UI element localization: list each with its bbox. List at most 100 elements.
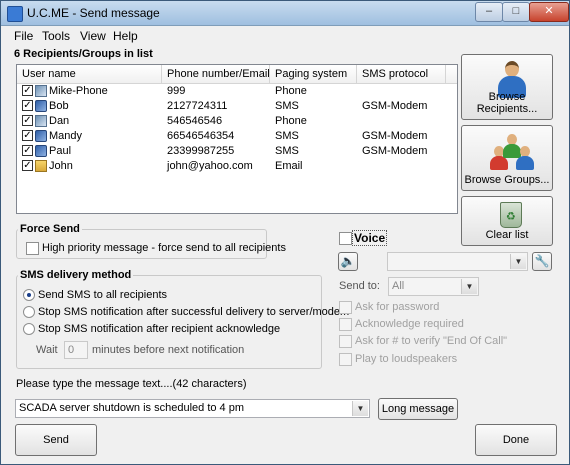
window-title: U.C.ME - Send message	[27, 6, 160, 20]
cell-number: 546546546	[167, 115, 223, 127]
chevron-down-icon: ▼	[461, 279, 477, 294]
list-item[interactable]: ✓ Bob 2127724311 SMS GSM-Modem	[17, 99, 457, 114]
ask-password-checkbox[interactable]	[339, 301, 352, 314]
row-checkbox[interactable]: ✓	[22, 85, 33, 96]
ask-verify-label: Ask for # to verify "End Of Call"	[355, 335, 508, 347]
voice-label: Voice	[352, 230, 388, 246]
row-checkbox[interactable]: ✓	[22, 160, 33, 171]
list-item[interactable]: ✓ John john@yahoo.com Email	[17, 159, 457, 174]
recycle-bin-icon: ♻	[500, 202, 522, 228]
radio-stop-after-delivery[interactable]	[23, 306, 35, 318]
send-to-select[interactable]: All ▼	[388, 277, 479, 296]
cell-number: 2127724311	[167, 100, 228, 112]
cell-system: Email	[275, 160, 303, 172]
voice-message-select[interactable]: ▼	[387, 252, 528, 271]
menu-bar: File Tools View Help	[1, 26, 569, 45]
menu-tools[interactable]: Tools	[42, 29, 70, 43]
cell-system: SMS	[275, 145, 299, 157]
browse-recipients-button[interactable]: Browse Recipients...	[461, 54, 553, 120]
list-item[interactable]: ✓ Dan 546546546 Phone	[17, 114, 457, 129]
group-icon	[490, 132, 534, 172]
cell-system: Phone	[275, 115, 307, 127]
row-checkbox[interactable]: ✓	[22, 145, 33, 156]
done-button[interactable]: Done	[475, 424, 557, 456]
sms-delivery-title: SMS delivery method	[18, 269, 134, 281]
list-item[interactable]: ✓ Paul 23399987255 SMS GSM-Modem	[17, 144, 457, 159]
column-user-name[interactable]: User name	[17, 65, 162, 83]
cell-name: Mandy	[49, 130, 83, 142]
send-button[interactable]: Send	[15, 424, 97, 456]
cell-name: Mike-Phone	[49, 85, 108, 97]
acknowledge-required-checkbox[interactable]	[339, 318, 352, 331]
column-sms-protocol[interactable]: SMS protocol	[357, 65, 446, 83]
voice-settings-button[interactable]: 🔧	[532, 252, 552, 271]
cell-system: Phone	[275, 85, 307, 97]
cell-name: Bob	[49, 100, 69, 112]
send-to-label: Send to:	[339, 280, 380, 292]
send-to-value: All	[392, 280, 405, 292]
list-header: User name Phone number/Email Paging syst…	[17, 65, 457, 84]
voice-checkbox[interactable]	[339, 232, 352, 245]
column-paging-system[interactable]: Paging system	[270, 65, 357, 83]
recipient-list[interactable]: User name Phone number/Email Paging syst…	[16, 64, 458, 214]
browse-groups-button[interactable]: Browse Groups...	[461, 125, 553, 191]
row-checkbox[interactable]: ✓	[22, 100, 33, 111]
speaker-button[interactable]: 🔈	[338, 252, 358, 271]
browse-groups-label: Browse Groups...	[464, 174, 550, 186]
radio-stop-after-acknowledge[interactable]	[23, 323, 35, 335]
wait-label: Wait	[36, 344, 58, 356]
close-button[interactable]: ✕	[529, 2, 569, 22]
cell-number: 999	[167, 85, 186, 97]
long-message-button[interactable]: Long message	[378, 398, 458, 420]
row-checkbox[interactable]: ✓	[22, 130, 33, 141]
cell-system: SMS	[275, 100, 299, 112]
column-phone-email[interactable]: Phone number/Email	[162, 65, 270, 83]
maximize-button[interactable]: □	[502, 2, 530, 22]
menu-view[interactable]: View	[80, 29, 106, 43]
chevron-down-icon: ▼	[510, 254, 526, 269]
radio-send-all-label: Send SMS to all recipients	[38, 289, 168, 301]
acknowledge-required-label: Acknowledge required	[355, 318, 464, 330]
title-bar: U.C.ME - Send message – □ ✕	[1, 1, 569, 26]
message-prompt: Please type the message text....(42 char…	[16, 378, 247, 390]
cell-number: 66546546354	[167, 130, 235, 142]
play-loudspeakers-checkbox[interactable]	[339, 353, 352, 366]
wait-minutes-input[interactable]: 0	[64, 341, 88, 359]
phone-icon	[35, 85, 47, 97]
list-item[interactable]: ✓ Mandy 66546546354 SMS GSM-Modem	[17, 129, 457, 144]
clear-list-button[interactable]: ♻ Clear list	[461, 196, 553, 246]
high-priority-checkbox[interactable]	[26, 242, 39, 255]
cell-number: john@yahoo.com	[167, 160, 253, 172]
clear-list-label: Clear list	[485, 229, 529, 241]
sms-icon	[35, 145, 47, 157]
radio-send-all[interactable]	[23, 289, 35, 301]
cell-system: SMS	[275, 130, 299, 142]
high-priority-label: High priority message - force send to al…	[42, 242, 286, 254]
cell-protocol: GSM-Modem	[362, 130, 428, 142]
force-send-title: Force Send	[18, 223, 82, 235]
row-checkbox[interactable]: ✓	[22, 115, 33, 126]
message-text-input[interactable]: SCADA server shutdown is scheduled to 4 …	[15, 399, 370, 418]
email-icon	[35, 160, 47, 172]
list-item[interactable]: ✓ Mike-Phone 999 Phone	[17, 84, 457, 99]
speaker-icon: 🔈	[340, 254, 356, 268]
ask-verify-checkbox[interactable]	[339, 335, 352, 348]
phone-icon	[35, 115, 47, 127]
cell-number: 23399987255	[167, 145, 235, 157]
play-loudspeakers-label: Play to loudspeakers	[355, 353, 458, 365]
recipients-heading: 6 Recipients/Groups in list	[14, 48, 153, 60]
sms-icon	[35, 130, 47, 142]
wait-suffix: minutes before next notification	[92, 344, 245, 356]
browse-recipients-label: Browse Recipients...	[476, 91, 538, 115]
send-message-window: U.C.ME - Send message – □ ✕ File Tools V…	[0, 0, 570, 465]
minimize-button[interactable]: –	[475, 2, 503, 22]
cell-protocol: GSM-Modem	[362, 145, 428, 157]
sms-icon	[35, 100, 47, 112]
cell-name: Dan	[49, 115, 70, 127]
radio-stop-after-acknowledge-label: Stop SMS notification after recipient ac…	[38, 323, 281, 335]
ask-password-label: Ask for password	[355, 301, 440, 313]
cell-name: John	[49, 160, 73, 172]
cell-protocol: GSM-Modem	[362, 100, 428, 112]
menu-help[interactable]: Help	[113, 29, 138, 43]
menu-file[interactable]: File	[14, 29, 33, 43]
